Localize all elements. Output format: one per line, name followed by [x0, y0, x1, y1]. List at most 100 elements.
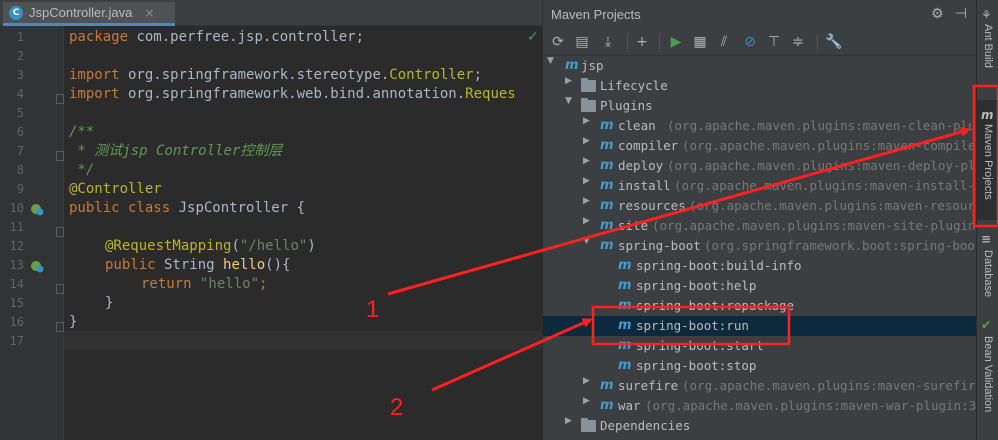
collapse-arrow-icon[interactable]: ▶	[583, 396, 593, 406]
collapse-arrow-icon[interactable]: ▶	[565, 416, 575, 426]
tree-node-goal-run[interactable]: m spring-boot:run	[543, 316, 976, 336]
skip-tests-icon[interactable]: ⊘	[741, 33, 759, 51]
fold-marker[interactable]	[56, 151, 64, 161]
tree-node-goal-build-info[interactable]: m spring-boot:build-info	[543, 256, 976, 276]
tree-node-plugin-install[interactable]: ▶ m install (org.apache.maven.plugins:ma…	[543, 176, 976, 196]
collapse-all-icon[interactable]: ≑	[789, 33, 807, 51]
collapse-arrow-icon[interactable]: ▶	[583, 176, 593, 186]
maven-icon: m	[981, 108, 994, 122]
tree-node-plugin-surefire[interactable]: ▶ m surefire (org.apache.maven.plugins:m…	[543, 376, 976, 396]
tree-node-plugin-compiler[interactable]: ▶ m compiler (org.apache.maven.plugins:m…	[543, 136, 976, 156]
side-tab-ant-build[interactable]: ⚘ Ant Build	[977, 6, 998, 86]
code-line: public class JspController {	[69, 200, 306, 216]
tree-node-plugins[interactable]: ▼ Plugins	[543, 96, 976, 116]
maven-goal-icon: m	[618, 338, 632, 353]
maven-plugin-icon: m	[600, 138, 614, 153]
collapse-arrow-icon[interactable]: ▶	[583, 136, 593, 146]
annotation-number-2: 2	[390, 394, 404, 421]
collapse-arrow-icon[interactable]: ▶	[583, 196, 593, 206]
add-icon[interactable]: +	[633, 33, 651, 51]
collapse-arrow-icon[interactable]: ▶	[583, 376, 593, 386]
editor-tab-bar: C JspController.java ×	[0, 0, 542, 26]
line-number: 2	[16, 49, 24, 63]
code-line: public String hello(){	[105, 257, 291, 273]
code-line: * 测试jsp Controller控制层	[69, 143, 283, 159]
collapse-arrow-icon[interactable]: ▶	[565, 76, 575, 86]
tree-node-dependencies[interactable]: ▶ Dependencies	[543, 416, 976, 436]
line-number: 6	[16, 125, 24, 139]
maven-plugin-icon: m	[600, 178, 614, 193]
maven-tree[interactable]: ▼ m jsp ▶ Lifecycle ▼ Plugins ▶ m clean …	[543, 56, 976, 440]
tree-node-goal-start[interactable]: m spring-boot:start	[543, 336, 976, 356]
tree-node-plugin-spring-boot[interactable]: ▼ m spring-boot (org.springframework.boo…	[543, 236, 976, 256]
line-number: 15	[9, 296, 24, 310]
spring-mapping-icon[interactable]	[30, 259, 44, 273]
line-number: 7	[16, 144, 24, 158]
code-line: }	[105, 295, 114, 311]
tree-node-goal-stop[interactable]: m spring-boot:stop	[543, 356, 976, 376]
folder-icon	[581, 98, 596, 112]
spring-bean-icon[interactable]	[30, 202, 44, 216]
line-number: 11	[9, 220, 24, 234]
add-sources-icon[interactable]: ▤	[573, 33, 591, 51]
toolbar-separator	[627, 34, 628, 50]
side-tab-bean-validation[interactable]: ✔ Bean Validation	[977, 318, 998, 438]
maven-plugin-icon: m	[600, 218, 614, 233]
expand-arrow-icon[interactable]: ▼	[547, 56, 557, 66]
side-tab-maven-projects[interactable]: m Maven Projects	[977, 100, 998, 220]
code-line: import org.springframework.web.bind.anno…	[69, 86, 516, 102]
download-icon[interactable]: ⤓	[599, 33, 617, 51]
execute-goal-icon[interactable]: ▦	[691, 33, 709, 51]
annotation-number-1: 1	[366, 296, 380, 323]
tree-node-plugin-clean[interactable]: ▶ m clean (org.apache.maven.plugins:mave…	[543, 116, 976, 136]
maven-plugin-icon: m	[600, 378, 614, 393]
expand-arrow-icon[interactable]: ▼	[583, 236, 593, 246]
show-deps-icon[interactable]: ⊤	[765, 33, 783, 51]
tree-node-goal-help[interactable]: m spring-boot:help	[543, 276, 976, 296]
code-area[interactable]: package com.perfree.jsp.controller; impo…	[69, 26, 542, 440]
code-editor[interactable]: C JspController.java × 1 2 3 4 5 6 7 8 9…	[0, 0, 542, 440]
database-icon: ≡	[981, 232, 992, 246]
line-number-gutter[interactable]: 1 2 3 4 5 6 7 8 9 10 11 12 13 14 15 16 1…	[0, 26, 64, 440]
maven-plugin-icon: m	[600, 118, 614, 133]
expand-arrow-icon[interactable]: ▼	[565, 96, 575, 106]
reimport-icon[interactable]: ⟳	[549, 33, 567, 51]
no-problems-icon[interactable]: ✓	[527, 29, 539, 45]
collapse-arrow-icon[interactable]: ▶	[583, 216, 593, 226]
gear-icon[interactable]: ⚙	[931, 6, 944, 22]
tree-node-lifecycle[interactable]: ▶ Lifecycle	[543, 76, 976, 96]
code-line: @Controller	[69, 181, 162, 197]
tree-node-jsp[interactable]: ▼ m jsp	[543, 56, 976, 76]
maven-goal-icon: m	[618, 318, 632, 333]
code-line: import org.springframework.stereotype.Co…	[69, 67, 483, 83]
toolbar-separator	[817, 34, 818, 50]
maven-plugin-icon: m	[600, 158, 614, 173]
settings-icon[interactable]: 🔧	[825, 33, 843, 51]
fold-marker[interactable]	[56, 322, 64, 332]
fold-marker[interactable]	[56, 284, 64, 294]
line-number: 8	[16, 163, 24, 177]
toggle-offline-icon[interactable]: ⫽	[715, 33, 733, 51]
maven-plugin-icon: m	[600, 198, 614, 213]
code-line: */	[69, 162, 95, 178]
line-number: 16	[9, 315, 24, 329]
tree-node-plugin-deploy[interactable]: ▶ m deploy (org.apache.maven.plugins:mav…	[543, 156, 976, 176]
collapse-arrow-icon[interactable]: ▶	[583, 116, 593, 126]
line-number: 5	[16, 106, 24, 120]
tab-label: JspController.java	[29, 5, 133, 20]
close-icon[interactable]: ×	[144, 6, 154, 20]
maven-projects-panel: Maven Projects ⚙ ⊣ ⟳ ▤ ⤓ + ▶ ▦ ⫽ ⊘ ⊤ ≑ 🔧…	[542, 0, 976, 440]
tree-node-goal-repackage[interactable]: m spring-boot:repackage	[543, 296, 976, 316]
run-icon[interactable]: ▶	[667, 33, 685, 51]
side-tab-database[interactable]: ≡ Database	[977, 232, 998, 302]
fold-marker[interactable]	[56, 227, 64, 237]
collapse-arrow-icon[interactable]: ▶	[583, 156, 593, 166]
tree-node-plugin-site[interactable]: ▶ m site (org.apache.maven.plugins:maven…	[543, 216, 976, 236]
fold-marker[interactable]	[56, 94, 64, 104]
minimize-icon[interactable]: ⊣	[955, 6, 967, 22]
tree-node-plugin-war[interactable]: ▶ m war (org.apache.maven.plugins:maven-…	[543, 396, 976, 416]
tree-node-plugin-resources[interactable]: ▶ m resources (org.apache.maven.plugins:…	[543, 196, 976, 216]
line-number: 10	[9, 201, 24, 215]
tab-jsp-controller[interactable]: C JspController.java ×	[3, 2, 175, 26]
line-number: 9	[16, 182, 24, 196]
